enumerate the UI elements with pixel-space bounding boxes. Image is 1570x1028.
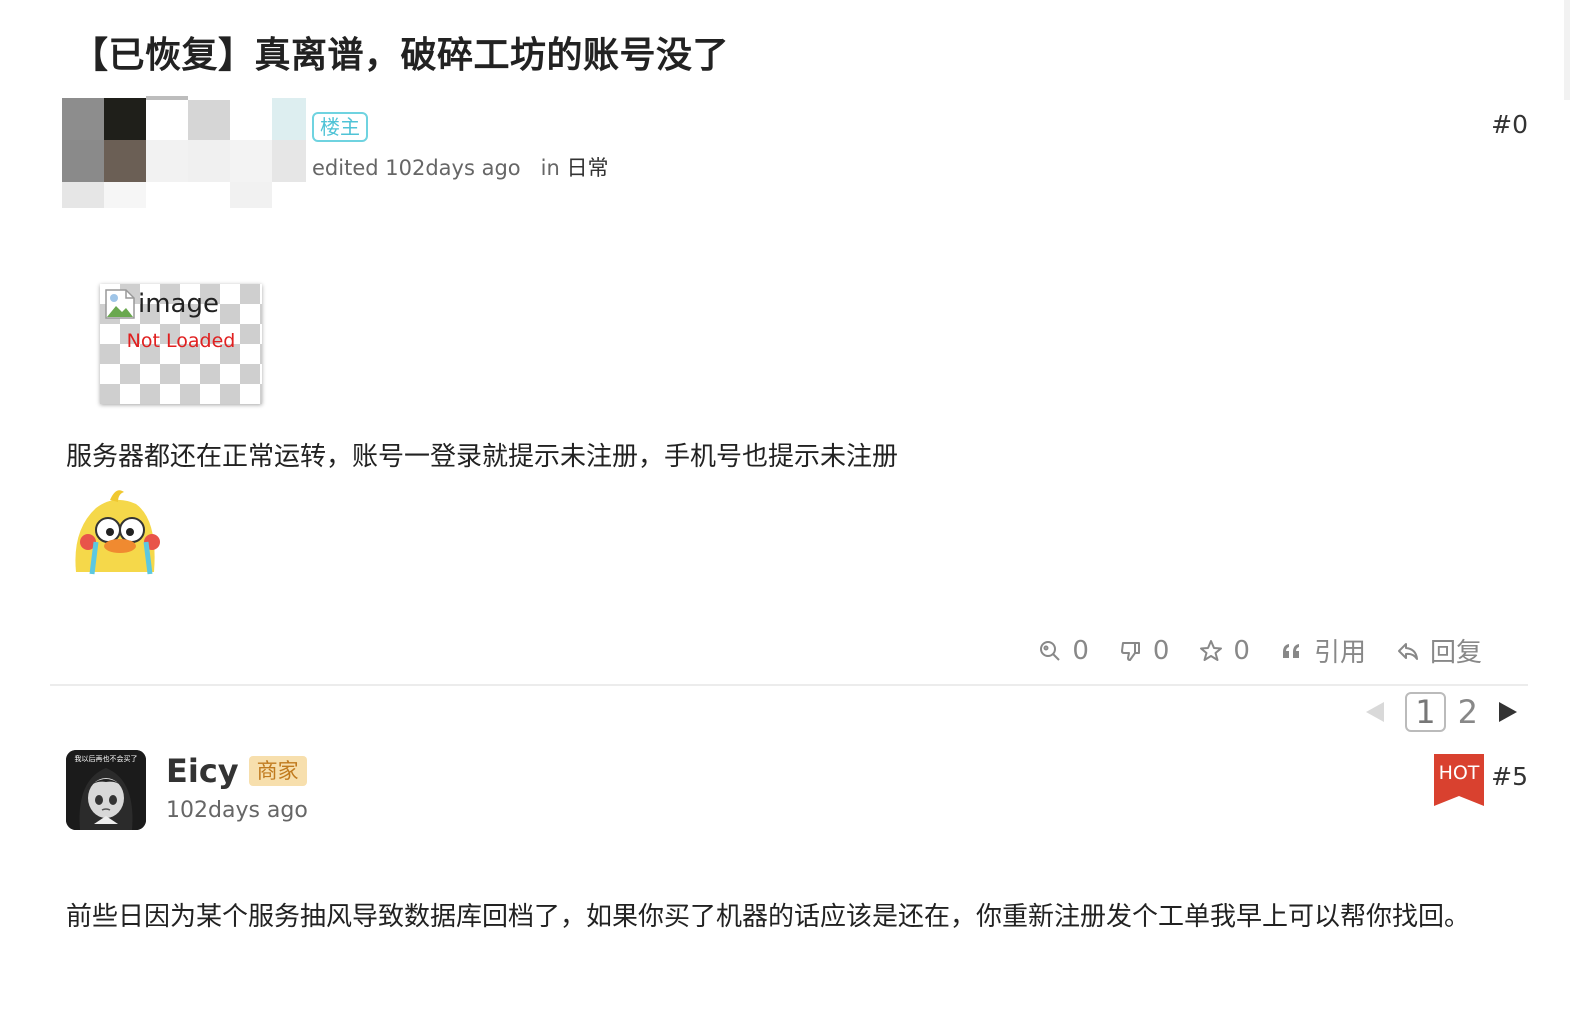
owner-badge: 楼主 [312, 112, 368, 142]
in-label: in [540, 156, 560, 180]
edited-time: edited 102days ago [312, 156, 521, 180]
hot-badge: HOT [1434, 754, 1484, 806]
image-not-loaded: Not Loaded [126, 330, 236, 352]
reply-body: 前些日因为某个服务抽风导致数据库回档了，如果你买了机器的话应该是还在，你重新注册… [66, 902, 1471, 932]
thread-title: 【已恢复】真离谱，破碎工坊的账号没了 [72, 35, 730, 76]
image-alt: image [104, 288, 219, 320]
view-count-button[interactable]: 0 [1038, 636, 1089, 666]
page-1-button[interactable]: 1 [1405, 692, 1446, 732]
quote-icon [1282, 643, 1299, 658]
pagination: 1 2 [1357, 692, 1526, 732]
crying-duck-sticker [66, 480, 162, 576]
op-meta: 楼主 edited 102days ago in 日常 [312, 112, 609, 182]
op-floor-number[interactable]: #0 [1491, 110, 1528, 139]
post-actions: 0 0 0 引用 回复 [1038, 632, 1482, 669]
next-page-button[interactable] [1490, 692, 1526, 732]
thumbs-down-icon [1120, 641, 1140, 661]
reply-avatar[interactable]: 我以后再也不会买了 [66, 750, 146, 830]
reply-author: Eicy 商家 [166, 752, 307, 790]
avatar-caption: 我以后再也不会买了 [74, 755, 138, 763]
triangle-right-icon [1499, 702, 1517, 722]
favorite-button[interactable]: 0 [1199, 636, 1250, 666]
prev-page-button[interactable] [1357, 692, 1393, 732]
quote-button[interactable]: 引用 [1280, 632, 1366, 669]
triangle-left-icon [1366, 702, 1385, 722]
reply-icon [1397, 642, 1418, 660]
magnifier-icon [1040, 640, 1061, 661]
op-avatar[interactable] [62, 96, 306, 208]
right-scroll-edge [1564, 0, 1570, 100]
op-edit-line: edited 102days ago in 日常 [312, 152, 609, 182]
dislike-button[interactable]: 0 [1119, 636, 1169, 666]
reply-time: 102days ago [166, 798, 308, 823]
post-divider [50, 684, 1528, 686]
op-body: 服务器都还在正常运转，账号一登录就提示未注册，手机号也提示未注册 [66, 442, 899, 472]
merchant-badge: 商家 [248, 756, 307, 786]
post-image[interactable]: image Not Loaded [100, 284, 262, 404]
broken-image-icon [105, 289, 135, 319]
page-2-button[interactable]: 2 [1458, 693, 1478, 731]
category-link[interactable]: 日常 [567, 156, 609, 180]
reply-floor-number[interactable]: #5 [1491, 762, 1528, 791]
star-icon [1200, 639, 1223, 661]
reply-username[interactable]: Eicy [166, 752, 239, 790]
reply-button[interactable]: 回复 [1396, 632, 1482, 669]
